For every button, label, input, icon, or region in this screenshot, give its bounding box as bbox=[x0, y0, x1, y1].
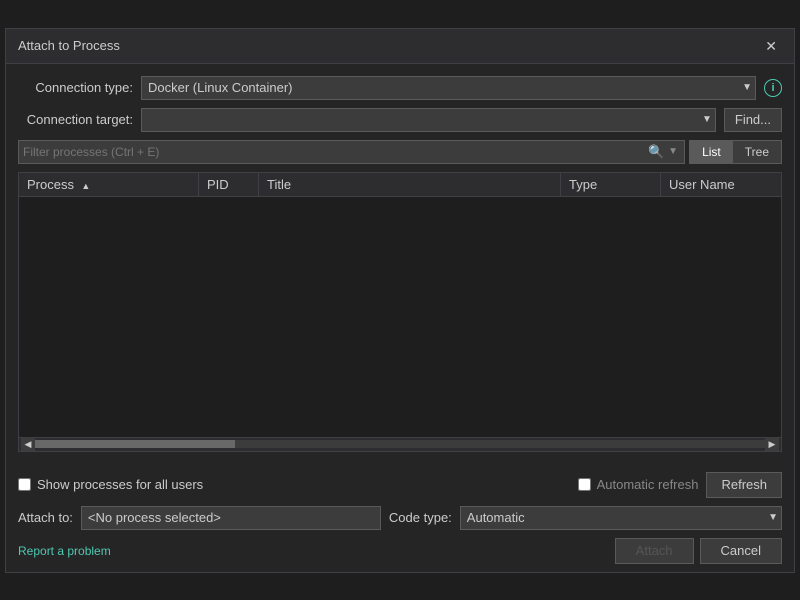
search-icon-button[interactable]: 🔍 bbox=[646, 144, 666, 160]
connection-type-label: Connection type: bbox=[18, 80, 133, 95]
scrollbar-thumb bbox=[35, 440, 235, 448]
toolbar-row: 🔍 ▼ List Tree bbox=[18, 140, 782, 164]
dialog-title: Attach to Process bbox=[18, 38, 120, 53]
attach-button[interactable]: Attach bbox=[615, 538, 694, 564]
code-type-combo[interactable]: Automatic Managed (.NET Core, .NET 5+) N… bbox=[460, 506, 782, 530]
show-all-users-text: Show processes for all users bbox=[37, 477, 203, 492]
sort-arrow-icon: ▲ bbox=[81, 181, 90, 191]
connection-target-combo[interactable]: ▼ bbox=[141, 108, 716, 132]
filter-input-wrapper: 🔍 ▼ bbox=[18, 140, 685, 164]
scroll-right-button[interactable]: ▶ bbox=[765, 437, 779, 451]
tree-view-button[interactable]: Tree bbox=[733, 141, 781, 163]
action-row: Report a problem Attach Cancel bbox=[18, 538, 782, 564]
scrollbar-track bbox=[35, 440, 765, 448]
column-type[interactable]: Type bbox=[561, 173, 661, 196]
attach-to-row: Attach to: Code type: Automatic Managed … bbox=[18, 506, 782, 530]
column-type-label: Type bbox=[569, 177, 597, 192]
table-body bbox=[19, 197, 781, 437]
process-table: Process ▲ PID Title Type User Name bbox=[18, 172, 782, 452]
close-button[interactable]: ✕ bbox=[760, 37, 782, 55]
column-process[interactable]: Process ▲ bbox=[19, 173, 199, 196]
bottom-section: Show processes for all users Automatic r… bbox=[6, 464, 794, 572]
auto-refresh-section: Automatic refresh Refresh bbox=[578, 472, 782, 498]
action-buttons: Attach Cancel bbox=[615, 538, 782, 564]
column-pid[interactable]: PID bbox=[199, 173, 259, 196]
code-type-select[interactable]: Automatic Managed (.NET Core, .NET 5+) N… bbox=[460, 506, 782, 530]
find-button[interactable]: Find... bbox=[724, 108, 782, 132]
column-title-label: Title bbox=[267, 177, 291, 192]
options-row: Show processes for all users Automatic r… bbox=[18, 472, 782, 498]
refresh-button[interactable]: Refresh bbox=[706, 472, 782, 498]
automatic-refresh-text: Automatic refresh bbox=[597, 477, 699, 492]
column-username-label: User Name bbox=[669, 177, 735, 192]
filter-input[interactable] bbox=[23, 145, 646, 159]
search-dropdown-button[interactable]: ▼ bbox=[666, 146, 680, 157]
attach-to-value bbox=[81, 506, 381, 530]
cancel-button[interactable]: Cancel bbox=[700, 538, 782, 564]
horizontal-scrollbar[interactable]: ◀ ▶ bbox=[19, 437, 781, 451]
column-process-label: Process bbox=[27, 177, 74, 192]
show-all-users-label[interactable]: Show processes for all users bbox=[18, 477, 203, 492]
connection-type-combo[interactable]: Docker (Linux Container) Local Remote (W… bbox=[141, 76, 756, 100]
connection-type-row: Connection type: Docker (Linux Container… bbox=[18, 76, 782, 100]
code-type-label: Code type: bbox=[389, 510, 452, 525]
view-toggle: List Tree bbox=[689, 140, 782, 164]
connection-target-select[interactable] bbox=[141, 108, 716, 132]
connection-target-row: Connection target: ▼ Find... bbox=[18, 108, 782, 132]
table-header: Process ▲ PID Title Type User Name bbox=[19, 173, 781, 197]
attach-to-label: Attach to: bbox=[18, 510, 73, 525]
show-all-users-checkbox[interactable] bbox=[18, 478, 31, 491]
connection-target-label: Connection target: bbox=[18, 112, 133, 127]
automatic-refresh-checkbox[interactable] bbox=[578, 478, 591, 491]
title-bar: Attach to Process ✕ bbox=[6, 29, 794, 64]
scroll-left-button[interactable]: ◀ bbox=[21, 437, 35, 451]
column-username[interactable]: User Name bbox=[661, 173, 781, 196]
automatic-refresh-label[interactable]: Automatic refresh bbox=[578, 477, 699, 492]
dialog-body: Connection type: Docker (Linux Container… bbox=[6, 64, 794, 464]
column-pid-label: PID bbox=[207, 177, 229, 192]
info-icon[interactable]: i bbox=[764, 79, 782, 97]
attach-process-dialog: Attach to Process ✕ Connection type: Doc… bbox=[5, 28, 795, 573]
list-view-button[interactable]: List bbox=[690, 141, 733, 163]
report-problem-link[interactable]: Report a problem bbox=[18, 544, 111, 558]
column-title[interactable]: Title bbox=[259, 173, 561, 196]
connection-type-select[interactable]: Docker (Linux Container) Local Remote (W… bbox=[141, 76, 756, 100]
